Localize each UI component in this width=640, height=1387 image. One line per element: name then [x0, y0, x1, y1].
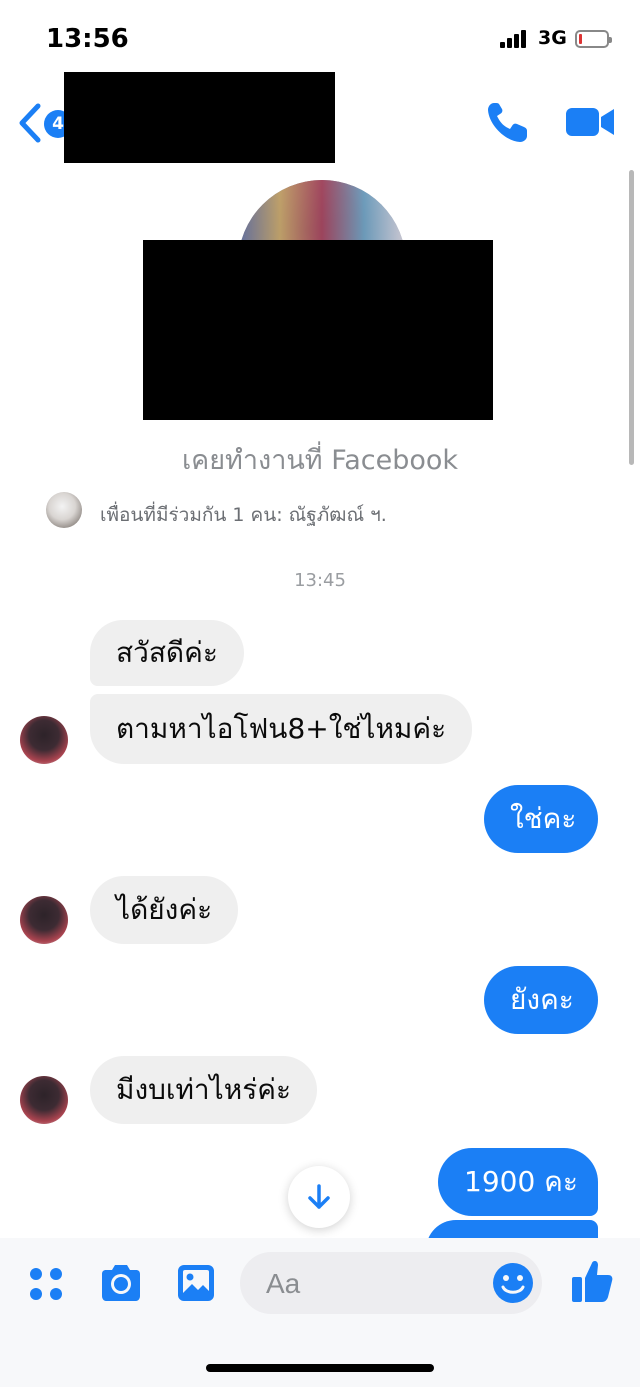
redacted-contact-name: [64, 72, 335, 163]
message-bubble-outgoing[interactable]: ยังคะ: [484, 966, 598, 1034]
gallery-button[interactable]: [176, 1262, 216, 1304]
emoji-icon: [493, 1263, 533, 1303]
apps-icon: [30, 1268, 62, 1300]
contact-work-info: เคยทำงานที่ Facebook: [181, 445, 459, 476]
message-bubble-outgoing[interactable]: ใช่คะ: [484, 785, 598, 853]
sender-avatar[interactable]: [20, 1076, 68, 1124]
mutual-friends-text: เพื่อนที่มีร่วมกัน 1 คน: ณัฐภัฒณ์ ฯ.: [100, 504, 387, 526]
like-button[interactable]: [570, 1258, 614, 1304]
message-bubble-incoming[interactable]: ตามหาไอโฟน8+ใช่ไหมค่ะ: [90, 694, 473, 764]
video-icon: [566, 108, 614, 136]
scroll-to-bottom-button[interactable]: [288, 1166, 350, 1228]
battery-icon: [575, 30, 612, 48]
back-icon: [19, 103, 41, 143]
message-timestamp: 13:45: [294, 570, 346, 591]
camera-icon: [102, 1265, 140, 1301]
call-button[interactable]: [484, 98, 532, 146]
video-call-button[interactable]: [564, 102, 616, 142]
message-bubble-outgoing[interactable]: 1900 คะ: [438, 1148, 598, 1216]
status-bar: 13:56 3G: [0, 0, 640, 78]
message-input-container[interactable]: [240, 1252, 542, 1314]
emoji-button[interactable]: [492, 1262, 534, 1304]
message-bubble-incoming[interactable]: ได้ยังค่ะ: [90, 876, 239, 944]
message-bubble-incoming[interactable]: สวัสดีค่ะ: [90, 620, 244, 686]
message-bubble-incoming[interactable]: มีงบเท่าไหร่ค่ะ: [90, 1056, 317, 1124]
like-icon: [572, 1260, 613, 1302]
sender-avatar[interactable]: [20, 716, 68, 764]
scrollbar[interactable]: [629, 170, 634, 465]
camera-button[interactable]: [98, 1262, 144, 1304]
home-indicator: [206, 1364, 434, 1372]
status-time: 13:56: [46, 24, 129, 54]
redacted-profile-info: [143, 240, 493, 420]
signal-icon: [500, 30, 530, 48]
phone-icon: [488, 103, 527, 142]
mutual-friend-avatar: [46, 492, 82, 528]
sender-avatar[interactable]: [20, 896, 68, 944]
network-type: 3G: [538, 27, 567, 49]
message-input[interactable]: [264, 1262, 488, 1306]
arrow-down-icon: [308, 1184, 330, 1209]
image-icon: [178, 1265, 214, 1301]
chat-header: 4: [0, 72, 640, 170]
apps-button[interactable]: [26, 1264, 66, 1304]
